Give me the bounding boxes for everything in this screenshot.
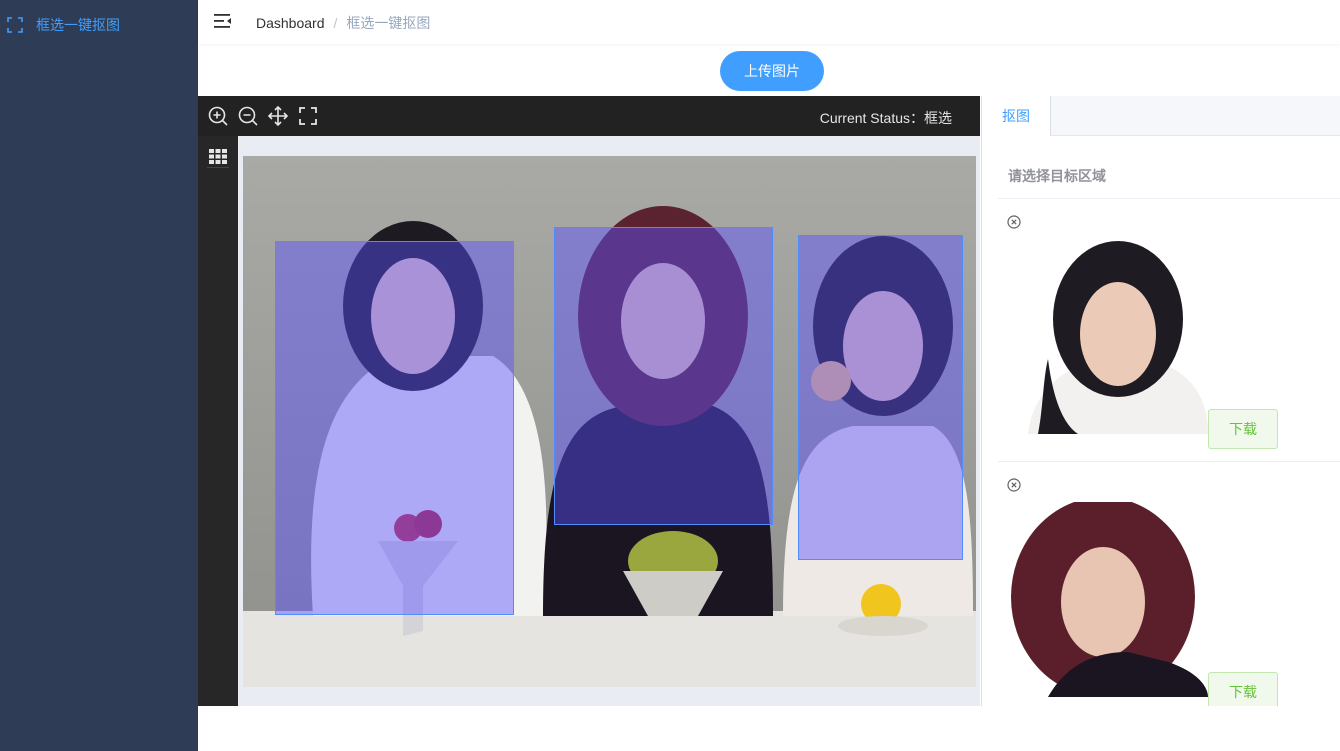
cutout-image: [1008, 502, 1208, 697]
source-photo[interactable]: [243, 156, 976, 687]
top-navbar: Dashboard / 框选一键抠图: [198, 0, 1340, 44]
cutout-result: 下载: [998, 199, 1340, 462]
grid-icon[interactable]: [207, 146, 229, 168]
fullscreen-frame-icon: [7, 17, 23, 33]
sidebar-item-box-cutout[interactable]: 框选一键抠图: [0, 8, 198, 42]
sidebar-item-label: 框选一键抠图: [36, 17, 120, 33]
editor-side-tools: [198, 136, 238, 706]
select-area-hint: 请选择目标区域: [1008, 168, 1106, 184]
breadcrumb-current: 框选一键抠图: [346, 15, 431, 31]
download-button[interactable]: 下载: [1208, 409, 1278, 449]
sidebar: 框选一键抠图: [0, 0, 198, 751]
canvas-area[interactable]: [238, 136, 980, 706]
image-editor: Current Status：框选: [198, 96, 980, 706]
selection-box[interactable]: [554, 227, 773, 525]
editor-toolbar: Current Status：框选: [198, 96, 980, 136]
close-circle-icon[interactable]: [1007, 478, 1021, 492]
breadcrumb: Dashboard / 框选一键抠图: [256, 13, 430, 33]
upload-image-button[interactable]: 上传图片: [720, 51, 824, 91]
panel-tabs: 抠图: [982, 96, 1340, 136]
menu-fold-icon[interactable]: [213, 11, 233, 31]
breadcrumb-separator: /: [333, 15, 338, 31]
current-status-text: Current Status：框选: [819, 110, 952, 126]
selection-box[interactable]: [798, 235, 963, 560]
cutout-result: 下载: [998, 462, 1340, 706]
cutout-panel: 抠图 请选择目标区域 下载 下载: [981, 96, 1340, 706]
fullscreen-icon[interactable]: [297, 105, 319, 127]
close-circle-icon[interactable]: [1007, 215, 1021, 229]
selection-box[interactable]: [275, 241, 514, 615]
cutout-image: [1008, 239, 1208, 434]
download-button[interactable]: 下载: [1208, 672, 1278, 706]
breadcrumb-dashboard[interactable]: Dashboard: [256, 15, 325, 31]
move-icon[interactable]: [267, 105, 289, 127]
tab-cutout[interactable]: 抠图: [982, 96, 1051, 136]
zoom-out-icon[interactable]: [237, 105, 259, 127]
zoom-in-icon[interactable]: [207, 105, 229, 127]
